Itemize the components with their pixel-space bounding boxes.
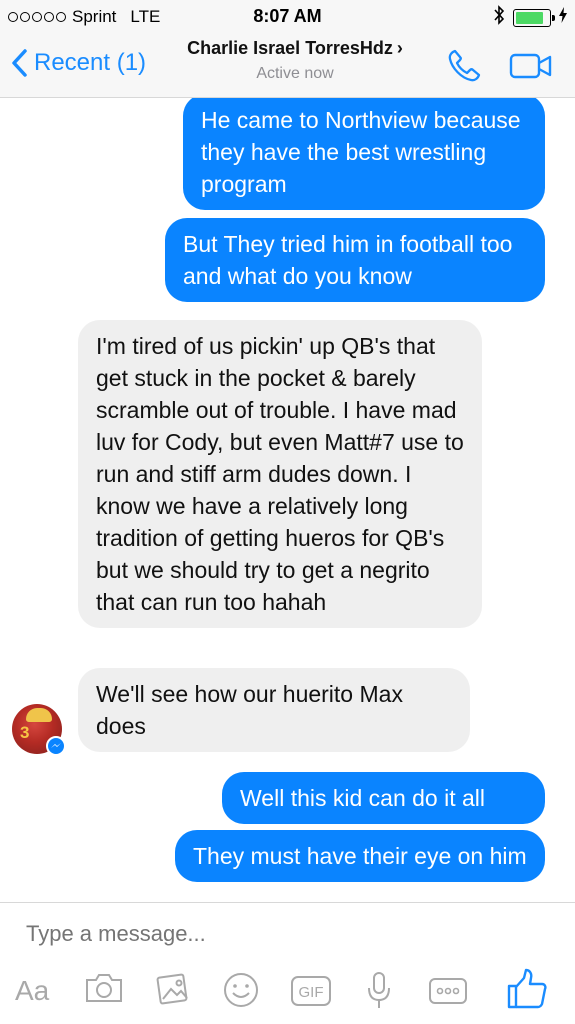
thumbs-up-icon[interactable] xyxy=(505,967,549,1016)
battery-icon xyxy=(513,8,555,27)
contact-title[interactable]: Charlie Israel TorresHdz › Active now xyxy=(150,38,440,83)
composer-toolbar: Aa GIF xyxy=(0,965,575,1021)
chevron-left-icon xyxy=(12,49,27,77)
status-bar: Sprint LTE 8:07 AM xyxy=(0,0,575,32)
message-bubble-outgoing[interactable]: He came to Northview because they have t… xyxy=(183,98,545,210)
text-size-button[interactable]: Aa xyxy=(15,975,49,1007)
back-label: Recent (1) xyxy=(34,49,147,76)
message-bubble-outgoing[interactable]: They must have their eye on him xyxy=(175,830,545,882)
message-bubble-incoming[interactable]: I'm tired of us pickin' up QB's that get… xyxy=(78,320,482,628)
video-camera-icon xyxy=(509,53,552,79)
status-icons xyxy=(493,5,567,30)
gif-button[interactable]: GIF xyxy=(290,975,332,1012)
contact-name: Charlie Israel TorresHdz xyxy=(187,38,393,58)
charging-icon xyxy=(559,7,567,28)
status-time: 8:07 AM xyxy=(253,6,322,26)
message-input[interactable] xyxy=(26,921,526,947)
photo-gallery-icon[interactable] xyxy=(156,971,192,1012)
message-thread[interactable]: He came to Northview because they have t… xyxy=(0,98,575,902)
message-bubble-outgoing[interactable]: Well this kid can do it all xyxy=(222,772,545,824)
message-bubble-incoming[interactable]: We'll see how our huerito Max does xyxy=(78,668,470,752)
call-button[interactable] xyxy=(446,48,482,89)
emoji-icon[interactable] xyxy=(222,971,260,1014)
conversation-header: Recent (1) Charlie Israel TorresHdz › Act… xyxy=(0,32,575,98)
gif-label: GIF xyxy=(299,984,324,1001)
jersey-number: 3 xyxy=(20,723,30,742)
message-composer: Aa GIF xyxy=(0,902,575,1024)
message-bubble-outgoing[interactable]: But They tried him in football too and w… xyxy=(165,218,545,302)
chevron-right-icon: › xyxy=(396,38,403,58)
active-status: Active now xyxy=(256,65,334,82)
more-options-icon[interactable] xyxy=(428,977,468,1010)
camera-icon[interactable] xyxy=(84,971,124,1010)
video-call-button[interactable] xyxy=(509,52,553,85)
helmet-shape xyxy=(26,708,52,722)
messenger-badge-icon xyxy=(46,736,66,756)
contact-avatar[interactable]: 3 xyxy=(12,704,66,756)
phone-icon xyxy=(448,49,481,82)
back-button[interactable]: Recent (1) xyxy=(10,48,146,78)
bluetooth-icon xyxy=(493,5,505,30)
microphone-icon[interactable] xyxy=(366,971,392,1016)
